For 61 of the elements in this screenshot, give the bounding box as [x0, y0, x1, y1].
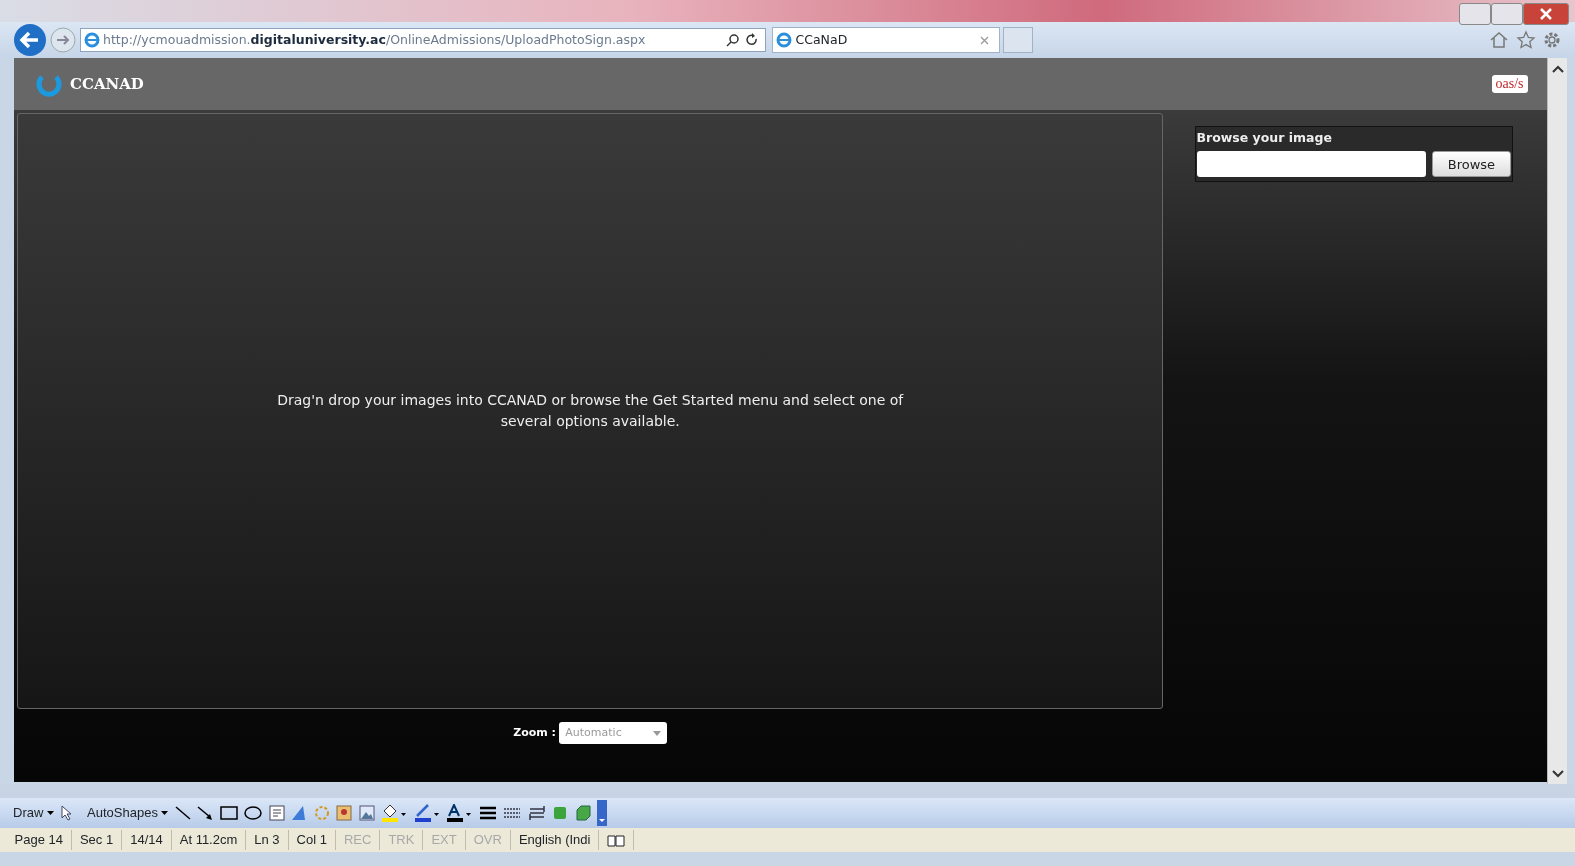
settings-icon[interactable] — [1542, 30, 1562, 50]
star-icon[interactable] — [1515, 30, 1536, 50]
url-text: http://ycmouadmission.digitaluniversity.ac/OnlineAdmissions/UploadPhotoSign.aspx — [103, 30, 646, 49]
image-icon[interactable] — [358, 805, 375, 821]
text-box-icon[interactable] — [268, 805, 285, 821]
scroll-down-icon[interactable] — [1551, 769, 1564, 778]
draw-menu[interactable]: Draw — [13, 803, 54, 823]
scrollbar[interactable] — [1547, 58, 1567, 784]
drop-area[interactable]: Drag'n drop your images into CCANAD or browse the Get Started menu and select one of several options available. — [17, 113, 1164, 710]
status-item: Page 14 — [6, 830, 72, 850]
caret-icon — [653, 730, 662, 736]
close-tab-icon[interactable] — [980, 35, 990, 45]
arrow-style-icon[interactable] — [527, 805, 546, 821]
arrow-icon[interactable] — [197, 805, 214, 821]
scroll-up-icon[interactable] — [1551, 64, 1564, 73]
status-item: REC — [335, 830, 381, 850]
dash-style-icon[interactable] — [503, 805, 522, 821]
browse-button[interactable]: Browse — [1432, 151, 1511, 178]
line-color-icon[interactable] — [413, 804, 440, 822]
line-icon[interactable] — [174, 805, 191, 821]
book-icon — [607, 833, 626, 848]
status-item: Col 1 — [288, 830, 336, 850]
3d-icon[interactable] — [574, 805, 591, 821]
drop-instructions: Drag'n drop your images into CCANAD or browse the Get Started menu and select one of several options available. — [276, 391, 905, 432]
status-item: 14/14 — [122, 830, 172, 850]
browser-tab[interactable]: CCaNaD — [772, 27, 1000, 53]
partner-logo: oas/s — [1491, 75, 1528, 93]
rectangle-icon[interactable] — [219, 805, 238, 821]
oval-icon[interactable] — [244, 805, 263, 821]
status-item: English (Indi — [510, 830, 600, 850]
caret-icon — [46, 811, 54, 815]
wordart-icon[interactable] — [291, 805, 308, 821]
home-icon[interactable] — [1489, 30, 1509, 50]
close-icon — [1539, 8, 1552, 21]
autoshapes-menu[interactable]: AutoShapes — [87, 803, 169, 823]
fill-color-icon[interactable] — [381, 804, 408, 822]
forward-button[interactable] — [50, 27, 77, 53]
minimize-button[interactable] — [1458, 3, 1491, 26]
browser-e-icon — [83, 32, 100, 48]
zoom-label: Zoom : — [513, 725, 556, 741]
status-item: At 11.2cm — [171, 830, 247, 850]
brand-name: CCANAD — [70, 73, 144, 95]
toolbar-options-icon[interactable] — [597, 800, 608, 826]
status-item: EXT — [423, 830, 466, 850]
refresh-icon[interactable] — [746, 33, 758, 47]
search-icon[interactable] — [725, 33, 740, 47]
line-style-icon[interactable] — [478, 805, 497, 821]
panel-title: Browse your image — [1196, 129, 1333, 148]
status-item: TRK — [380, 830, 424, 850]
close-button[interactable] — [1522, 3, 1569, 26]
clip-art-icon[interactable] — [336, 805, 353, 821]
font-color-icon[interactable] — [446, 804, 473, 822]
browser-e-icon — [776, 32, 793, 48]
back-button[interactable] — [13, 23, 47, 57]
status-item: Sec 1 — [71, 830, 123, 850]
address-bar[interactable]: http://ycmouadmission.digitaluniversity.ac/OnlineAdmissions/UploadPhotoSign.aspx — [79, 28, 766, 52]
maximize-button[interactable] — [1490, 3, 1523, 26]
file-input-field[interactable] — [1196, 151, 1426, 178]
caret-icon — [161, 811, 169, 815]
status-item: OVR — [465, 830, 511, 850]
status-item: Ln 3 — [246, 830, 289, 850]
